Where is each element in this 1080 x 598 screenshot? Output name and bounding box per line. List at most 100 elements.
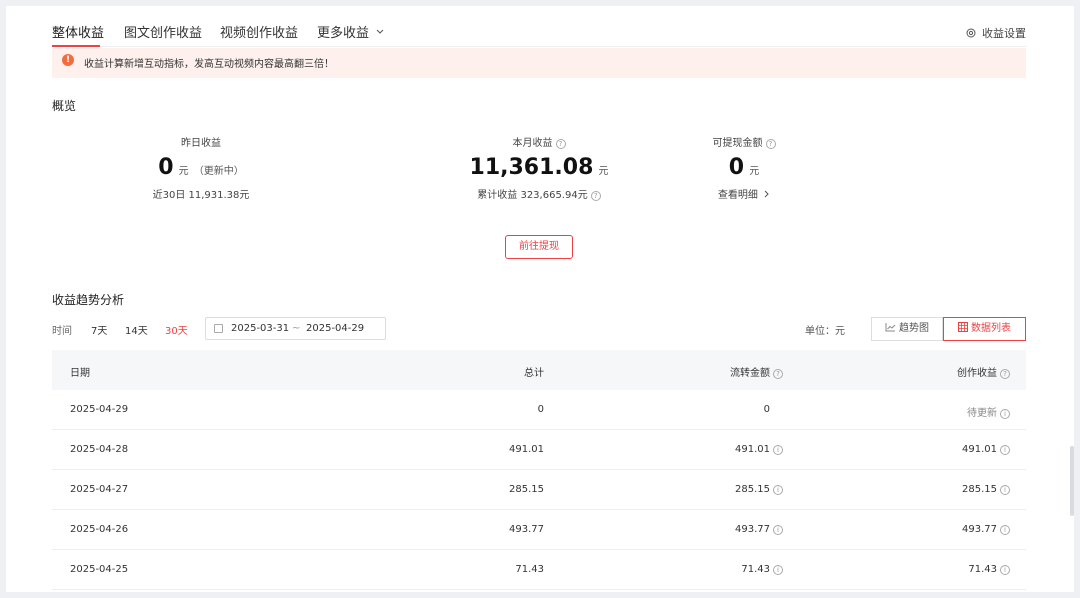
row-total: 0 [537,404,544,415]
notice-text: 收益计算新增互动指标，发高互动视频内容最高翻三倍！ [84,59,334,70]
stat-month: 本月收益? 11,361.08 元 累计收益 323,665.94元? [454,134,624,201]
trend-chart-button[interactable]: 趋势图 [871,317,943,341]
table-row: 2025-04-27 285.15 285.15 i 285.15 i [52,470,1026,510]
stat-yesterday: 昨日收益 0 元 （更新中） 近30日 11,931.38元 [126,134,276,201]
row-flow-value: 491.01 [735,444,770,455]
stat-yesterday-sub: 近30日 11,931.38元 [152,190,250,201]
stat-month-label: 本月收益 [512,138,553,149]
row-flow: 493.77 i [735,524,783,535]
row-total: 71.43 [515,564,544,575]
tab-more[interactable]: 更多收益 [317,22,384,41]
help-icon[interactable]: ? [1000,369,1010,379]
scrollbar[interactable] [1070,446,1074,516]
info-icon[interactable]: i [773,525,783,535]
stat-month-sub: 累计收益 323,665.94元 [477,190,588,201]
row-total: 491.01 [509,444,544,455]
range-14d[interactable]: 14天 [125,322,148,337]
row-flow: 71.43 i [741,564,783,575]
trend-title: 收益趋势分析 [52,293,125,307]
view-details-label: 查看明细 [717,190,758,201]
row-date: 2025-04-27 [70,484,129,495]
info-icon[interactable]: i [1000,409,1010,419]
date-range-picker[interactable]: 2025-03-31 ~ 2025-04-29 [205,317,386,340]
info-icon[interactable]: i [773,445,783,455]
row-creation-value: 491.01 [962,444,997,455]
table-row: 2025-04-29 0 0 待更新 i [52,390,1026,430]
row-creation-value: 493.77 [962,524,997,535]
header-creation-label: 创作收益 [957,368,997,379]
table-row: 2025-04-26 493.77 493.77 i 493.77 i [52,510,1026,550]
earnings-table: 日期 总计 流转金额? 创作收益? 2025-04-29 0 0 待更新 i 20… [52,350,1026,590]
stat-yesterday-unit: 元 [178,166,189,177]
table-header: 日期 总计 流转金额? 创作收益? [52,350,1026,390]
row-flow: 285.15 i [735,484,783,495]
row-date: 2025-04-29 [70,404,129,415]
row-flow: 491.01 i [735,444,783,455]
settings-icon [966,28,975,38]
help-icon[interactable]: ? [773,369,783,379]
info-icon[interactable]: i [1000,485,1010,495]
row-creation: 71.43 i [968,564,1010,575]
row-total: 285.15 [509,484,544,495]
row-date: 2025-04-25 [70,564,129,575]
date-start: 2025-03-31 [231,323,290,334]
withdraw-button[interactable]: 前往提现 [505,235,573,259]
page: 整体收益 图文创作收益 视频创作收益 更多收益 收益设置 ! 收益计算新增互动指… [6,6,1074,592]
row-total: 493.77 [509,524,544,535]
date-separator: ~ [292,323,301,334]
row-creation: 491.01 i [962,444,1010,455]
help-icon[interactable]: ? [555,139,566,149]
data-list-button[interactable]: 数据列表 [943,317,1026,341]
tab-overall[interactable]: 整体收益 [52,22,104,41]
stat-month-value: 11,361.08 [469,155,594,180]
settings-link[interactable]: 收益设置 [966,25,1026,41]
stat-yesterday-note: （更新中） [193,166,244,177]
header-total: 总计 [524,368,544,379]
trend-chart-label: 趋势图 [899,323,929,334]
table-icon [958,322,968,332]
time-label: 时间 [52,326,72,337]
date-end: 2025-04-29 [306,323,365,334]
notice-banner: ! 收益计算新增互动指标，发高互动视频内容最高翻三倍！ [52,48,1026,78]
tab-active-indicator [52,45,100,47]
warning-icon: ! [62,54,74,66]
settings-label: 收益设置 [982,27,1026,40]
header-date: 日期 [70,368,90,379]
row-creation-value: 待更新 [967,408,997,419]
help-icon[interactable]: ? [590,191,601,201]
stat-withdrawable-unit: 元 [749,166,760,177]
help-icon[interactable]: ? [765,139,776,149]
row-creation: 493.77 i [962,524,1010,535]
row-creation: 待更新 i [967,404,1010,419]
header-creation: 创作收益? [957,364,1010,379]
view-details-link[interactable]: 查看明细 [669,186,819,201]
header-flow-label: 流转金额 [730,368,770,379]
info-icon[interactable]: i [773,565,783,575]
table-row: 2025-04-28 491.01 491.01 i 491.01 i [52,430,1026,470]
info-icon[interactable]: i [773,485,783,495]
row-creation-value: 71.43 [968,564,997,575]
row-flow: 0 [763,404,770,415]
data-list-label: 数据列表 [971,323,1011,334]
stat-withdrawable-label: 可提现金额 [712,138,763,149]
tab-video[interactable]: 视频创作收益 [220,22,298,41]
info-icon[interactable]: i [1000,565,1010,575]
calendar-icon [214,324,223,333]
stat-withdrawable: 可提现金额? 0 元 查看明细 [669,134,819,201]
row-flow-value: 71.43 [741,564,770,575]
info-icon[interactable]: i [1000,525,1010,535]
header-flow: 流转金额? [730,364,783,379]
range-7d[interactable]: 7天 [91,322,107,337]
chevron-right-icon [764,190,769,198]
tab-article[interactable]: 图文创作收益 [124,22,202,41]
table-row: 2025-04-25 71.43 71.43 i 71.43 i [52,550,1026,590]
stat-withdrawable-value: 0 [728,155,745,180]
stat-yesterday-label: 昨日收益 [181,138,221,149]
row-date: 2025-04-28 [70,444,129,455]
row-flow-value: 493.77 [735,524,770,535]
overview-title: 概览 [52,99,77,113]
range-30d[interactable]: 30天 [165,322,188,337]
stat-month-unit: 元 [598,166,609,177]
info-icon[interactable]: i [1000,445,1010,455]
row-creation-value: 285.15 [962,484,997,495]
